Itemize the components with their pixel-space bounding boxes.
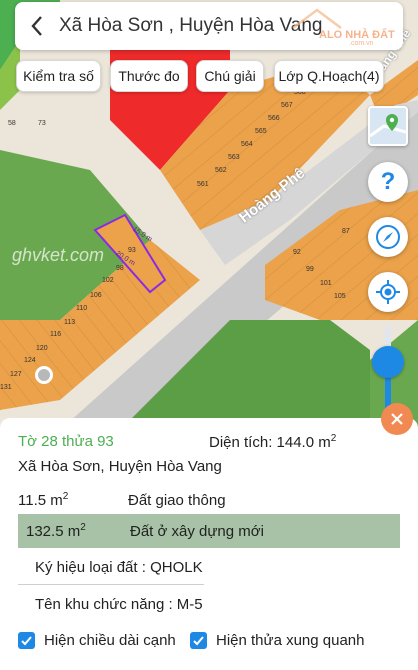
land-use-area: 11.5 m2 [18,491,69,509]
parcel-info-panel: Tờ 28 thửa 93 Diện tích: 144.0 m2 Xã Hòa… [0,418,418,670]
planning-layer-button[interactable]: Lớp Q.Hoạch(4) [274,60,384,92]
land-use-row: 11.5 m2 Đất giao thông [18,483,400,517]
parcel-number: 58 [8,120,16,127]
divider [18,584,204,585]
basemap-toggle[interactable] [368,106,408,146]
parcel-number: 124 [24,357,36,364]
parcel-id: Tờ 28 thửa 93 [18,433,114,450]
land-code: Ký hiệu loại đất : QHOLK [35,559,203,576]
check-number-button[interactable]: Kiểm tra số [16,60,101,92]
show-adjacent-parcels-toggle[interactable]: Hiện thửa xung quanh [190,632,364,649]
locate-button[interactable] [368,272,408,312]
parcel-address: Xã Hòa Sơn, Huyện Hòa Vang [18,458,222,475]
watermark-logo: ALO NHÀ ĐẤT .com.vn [291,8,395,47]
parcel-number: 102 [102,277,114,284]
land-use-type: Đất giao thông [128,491,226,509]
show-edge-lengths-toggle[interactable]: Hiện chiều dài cạnh [18,632,176,649]
land-use-row-highlighted: 132.5 m2 Đất ở xây dựng mới [18,514,400,548]
parcel-number: 106 [90,292,102,299]
parcel-number: 563 [228,154,240,161]
parcel-number: 127 [10,371,22,378]
show-adjacent-parcels-label: Hiện thửa xung quanh [216,632,365,649]
land-use-type: Đất ở xây dựng mới [130,522,264,540]
compass-button[interactable] [368,217,408,257]
parcel-number: 561 [197,181,209,188]
parcel-number: 567 [281,102,293,109]
parcel-number: 116 [50,331,62,338]
function-zone: Tên khu chức năng : M-5 [35,596,203,613]
parcel-number: 99 [306,266,314,273]
location-title: Xã Hòa Sơn , Huyện Hòa Vang [59,15,323,36]
map-watermark: ghvket.com [12,245,105,265]
parcel-number: 73 [38,120,46,127]
parcel-area: Diện tích: 144.0 m2 [209,433,337,451]
ruler-button[interactable]: Thước đo [110,60,188,92]
parcel-number: 120 [36,345,48,352]
parcel-number: 101 [320,280,332,287]
map-pin-icon[interactable] [35,366,53,384]
search-bar[interactable]: Xã Hòa Sơn , Huyện Hòa Vang ALO NHÀ ĐẤT … [15,2,403,50]
parcel-number: 564 [241,141,253,148]
question-mark-icon: ? [380,168,396,195]
back-arrow-icon[interactable] [15,2,59,50]
compass-icon [376,225,400,249]
checkbox-checked-icon[interactable] [190,632,207,649]
svg-text:.com.vn: .com.vn [349,40,374,46]
land-use-area: 132.5 m2 [26,522,86,540]
parcel-number: 562 [215,167,227,174]
parcel-number: 92 [293,249,301,256]
close-icon [391,413,403,425]
parcel-number: 110 [76,305,88,312]
parcel-number: 131 [0,384,12,391]
parcel-number: 113 [64,319,76,326]
map-layers-icon [370,108,406,144]
legend-button[interactable]: Chú giải [196,60,264,92]
parcel-number: 87 [342,228,350,235]
parcel-number: 566 [268,115,280,122]
show-edge-lengths-label: Hiện chiều dài cạnh [44,632,176,649]
parcel-number: 93 [128,247,136,254]
parcel-number: 98 [116,265,124,272]
locate-icon [376,280,400,304]
parcel-number: 105 [334,293,346,300]
help-button[interactable]: ? [368,162,408,202]
close-panel-button[interactable] [381,403,413,435]
checkbox-checked-icon[interactable] [18,632,35,649]
zoom-slider-thumb[interactable] [372,346,404,378]
parcel-number: 565 [255,128,267,135]
